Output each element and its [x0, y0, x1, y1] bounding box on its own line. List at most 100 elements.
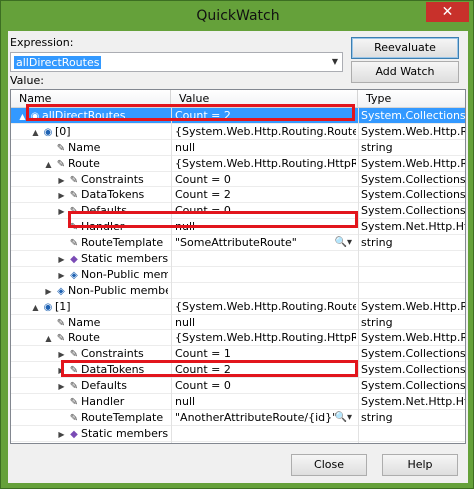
- watch-grid[interactable]: Name Value Type ▲ ◉ allDirectRoutes Count =…: [10, 89, 466, 444]
- collapse-icon[interactable]: ▲: [43, 157, 54, 172]
- column-header-name[interactable]: Name: [11, 90, 171, 108]
- collapse-icon[interactable]: ▲: [30, 125, 41, 140]
- close-window-button[interactable]: ✕: [426, 2, 469, 22]
- value-cell[interactable]: {System.Web.Http.Routing.RouteEntry}: [171, 298, 356, 315]
- expand-icon[interactable]: ▶: [56, 268, 67, 283]
- value-cell[interactable]: {System.Web.Http.Routing.RouteEntry}: [171, 123, 356, 140]
- value-cell[interactable]: [171, 251, 356, 267]
- table-row[interactable]: ▶ ✎ Constraints Count = 1 System.Collections…: [11, 346, 465, 363]
- close-button[interactable]: Close: [291, 454, 367, 476]
- value-cell[interactable]: "SomeAttributeRoute" 🔍▾: [171, 235, 356, 252]
- dialog-body: Expression: allDirectRoutes ▼ Reevaluate…: [8, 31, 468, 483]
- name-cell[interactable]: ▲ ✎ Route: [11, 156, 168, 172]
- row-value: {System.Web.Http.Routing.RouteEntry}: [175, 299, 356, 313]
- expand-icon[interactable]: ▶: [56, 204, 67, 219]
- table-row[interactable]: ✎ Name null string: [11, 139, 465, 156]
- value-cell[interactable]: null: [171, 139, 356, 156]
- expand-icon[interactable]: ▶: [56, 363, 67, 378]
- magnifier-icon[interactable]: 🔍▾: [335, 235, 352, 250]
- column-header-type[interactable]: Type: [358, 90, 465, 108]
- value-cell[interactable]: Count = 2: [171, 108, 356, 124]
- expand-icon[interactable]: ▶: [56, 252, 67, 267]
- object-icon: ◉: [43, 126, 53, 138]
- name-cell[interactable]: ▲ ◉ [1]: [11, 299, 168, 315]
- name-cell[interactable]: ▶ ✎ DataTokens: [11, 362, 168, 378]
- name-cell[interactable]: ▶ ✎ Constraints: [11, 346, 168, 362]
- name-cell[interactable]: ▲ ✎ Route: [11, 330, 168, 346]
- name-cell[interactable]: ▲ ◉ [0]: [11, 124, 168, 140]
- expand-icon[interactable]: ▶: [56, 347, 67, 362]
- table-row[interactable]: ▶ ◆ Static members: [11, 251, 465, 267]
- table-row[interactable]: ▶ ✎ Constraints Count = 0 System.Collections…: [11, 171, 465, 188]
- value-cell[interactable]: Count = 2: [171, 187, 356, 204]
- row-name: RouteTemplate: [81, 410, 164, 424]
- expand-icon[interactable]: ▶: [56, 379, 67, 394]
- table-row[interactable]: ▶✎Defaults Count = 0 System.Collections.G: [11, 203, 465, 220]
- expression-combobox[interactable]: allDirectRoutes ▼: [10, 52, 343, 72]
- value-cell[interactable]: Count = 0: [171, 378, 356, 395]
- value-cell[interactable]: [171, 425, 356, 442]
- table-row[interactable]: ✎ Name null string: [11, 314, 465, 331]
- name-cell[interactable]: ✎ RouteTemplate: [11, 235, 168, 251]
- reevaluate-button[interactable]: Reevaluate: [351, 37, 459, 59]
- add-watch-button[interactable]: Add Watch: [351, 61, 459, 83]
- help-button[interactable]: Help: [382, 454, 458, 476]
- value-cell[interactable]: Count = 0: [171, 171, 356, 188]
- name-cell[interactable]: ▶◈Non-Public members: [11, 283, 168, 299]
- value-cell[interactable]: Count = 0: [171, 203, 356, 220]
- name-cell[interactable]: ✎ Name: [11, 315, 168, 331]
- value-cell[interactable]: Count = 2: [171, 362, 356, 379]
- name-cell[interactable]: ▶ ◆ Static members: [11, 251, 168, 267]
- value-cell[interactable]: null: [171, 394, 356, 410]
- row-value: Count = 0: [175, 379, 231, 393]
- table-row[interactable]: ▲✎Route {System.Web.Http.Routing.HttpRout…: [11, 155, 465, 172]
- expression-value[interactable]: allDirectRoutes: [14, 56, 102, 69]
- table-row[interactable]: ▲◉[0] {System.Web.Http.Routing.RouteEntry…: [11, 123, 465, 140]
- collapse-icon[interactable]: ▲: [43, 331, 54, 346]
- wrench-icon: ✎: [69, 412, 79, 424]
- name-cell[interactable]: ▶◈Non-Public members: [11, 267, 168, 283]
- value-cell[interactable]: "AnotherAttributeRoute/{id}" 🔍▾: [171, 409, 356, 426]
- table-row[interactable]: ▶✎DataTokens Count = 2 System.Collections.…: [11, 187, 465, 204]
- table-row[interactable]: ▲ ◉ allDirectRoutes Count = 2 System.Collect…: [11, 108, 465, 124]
- name-cell[interactable]: ✎ Handler: [11, 394, 168, 410]
- magnifier-icon[interactable]: 🔍▾: [335, 410, 352, 425]
- table-row[interactable]: ▶◈Non-Public members: [11, 282, 465, 299]
- expand-icon[interactable]: ▶: [56, 188, 67, 203]
- row-value: null: [175, 395, 196, 409]
- row-type: string: [361, 410, 393, 424]
- name-cell[interactable]: ▶ ✎ Defaults: [11, 203, 168, 219]
- name-cell[interactable]: ✎ Handler: [11, 219, 168, 235]
- table-row[interactable]: ▲◉[1] {System.Web.Http.Routing.RouteEntry…: [11, 298, 465, 315]
- value-cell[interactable]: {System.Web.Http.Routing.HttpRoute}: [171, 330, 356, 347]
- name-cell[interactable]: ✎ Name: [11, 140, 168, 156]
- value-cell[interactable]: null: [171, 314, 356, 331]
- table-row[interactable]: ▶✎Defaults Count = 0 System.Collections.G: [11, 378, 465, 395]
- name-cell[interactable]: ▶ ✎ DataTokens: [11, 187, 168, 203]
- table-row[interactable]: ✎Handler null System.Net.Http.Http: [11, 219, 465, 236]
- expand-icon[interactable]: ▶: [56, 173, 67, 188]
- name-cell[interactable]: ▶ ◆ Static members: [11, 426, 168, 442]
- table-row[interactable]: ▶ ◆ Static members: [11, 425, 465, 442]
- collapse-icon[interactable]: ▲: [30, 300, 41, 315]
- value-cell[interactable]: null: [171, 219, 356, 236]
- chevron-down-icon[interactable]: ▼: [332, 57, 338, 66]
- expand-icon[interactable]: ▶: [43, 284, 54, 299]
- collapse-icon[interactable]: ▲: [17, 109, 28, 124]
- table-row[interactable]: ✎Handler null System.Net.Http.Http: [11, 394, 465, 410]
- value-cell[interactable]: [171, 282, 356, 299]
- expand-icon[interactable]: ▶: [56, 427, 67, 442]
- table-row[interactable]: ▲✎Route {System.Web.Http.Routing.HttpRout…: [11, 330, 465, 347]
- value-cell[interactable]: [171, 266, 356, 283]
- value-cell[interactable]: Count = 1: [171, 346, 356, 363]
- table-row[interactable]: ✎ RouteTemplate "SomeAttributeRoute" 🔍▾ stri…: [11, 235, 465, 252]
- name-cell[interactable]: ▲ ◉ allDirectRoutes: [11, 108, 168, 124]
- table-row[interactable]: ▶✎DataTokens Count = 2 System.Collections.…: [11, 362, 465, 379]
- name-cell[interactable]: ▶ ✎ Constraints: [11, 172, 168, 188]
- name-cell[interactable]: ✎ RouteTemplate: [11, 410, 168, 426]
- table-row[interactable]: ✎ RouteTemplate "AnotherAttributeRoute/{id…: [11, 409, 465, 426]
- column-header-value[interactable]: Value: [171, 90, 358, 108]
- name-cell[interactable]: ▶ ✎ Defaults: [11, 378, 168, 394]
- value-cell[interactable]: {System.Web.Http.Routing.HttpRoute}: [171, 155, 356, 172]
- table-row[interactable]: ▶◈Non-Public members: [11, 266, 465, 283]
